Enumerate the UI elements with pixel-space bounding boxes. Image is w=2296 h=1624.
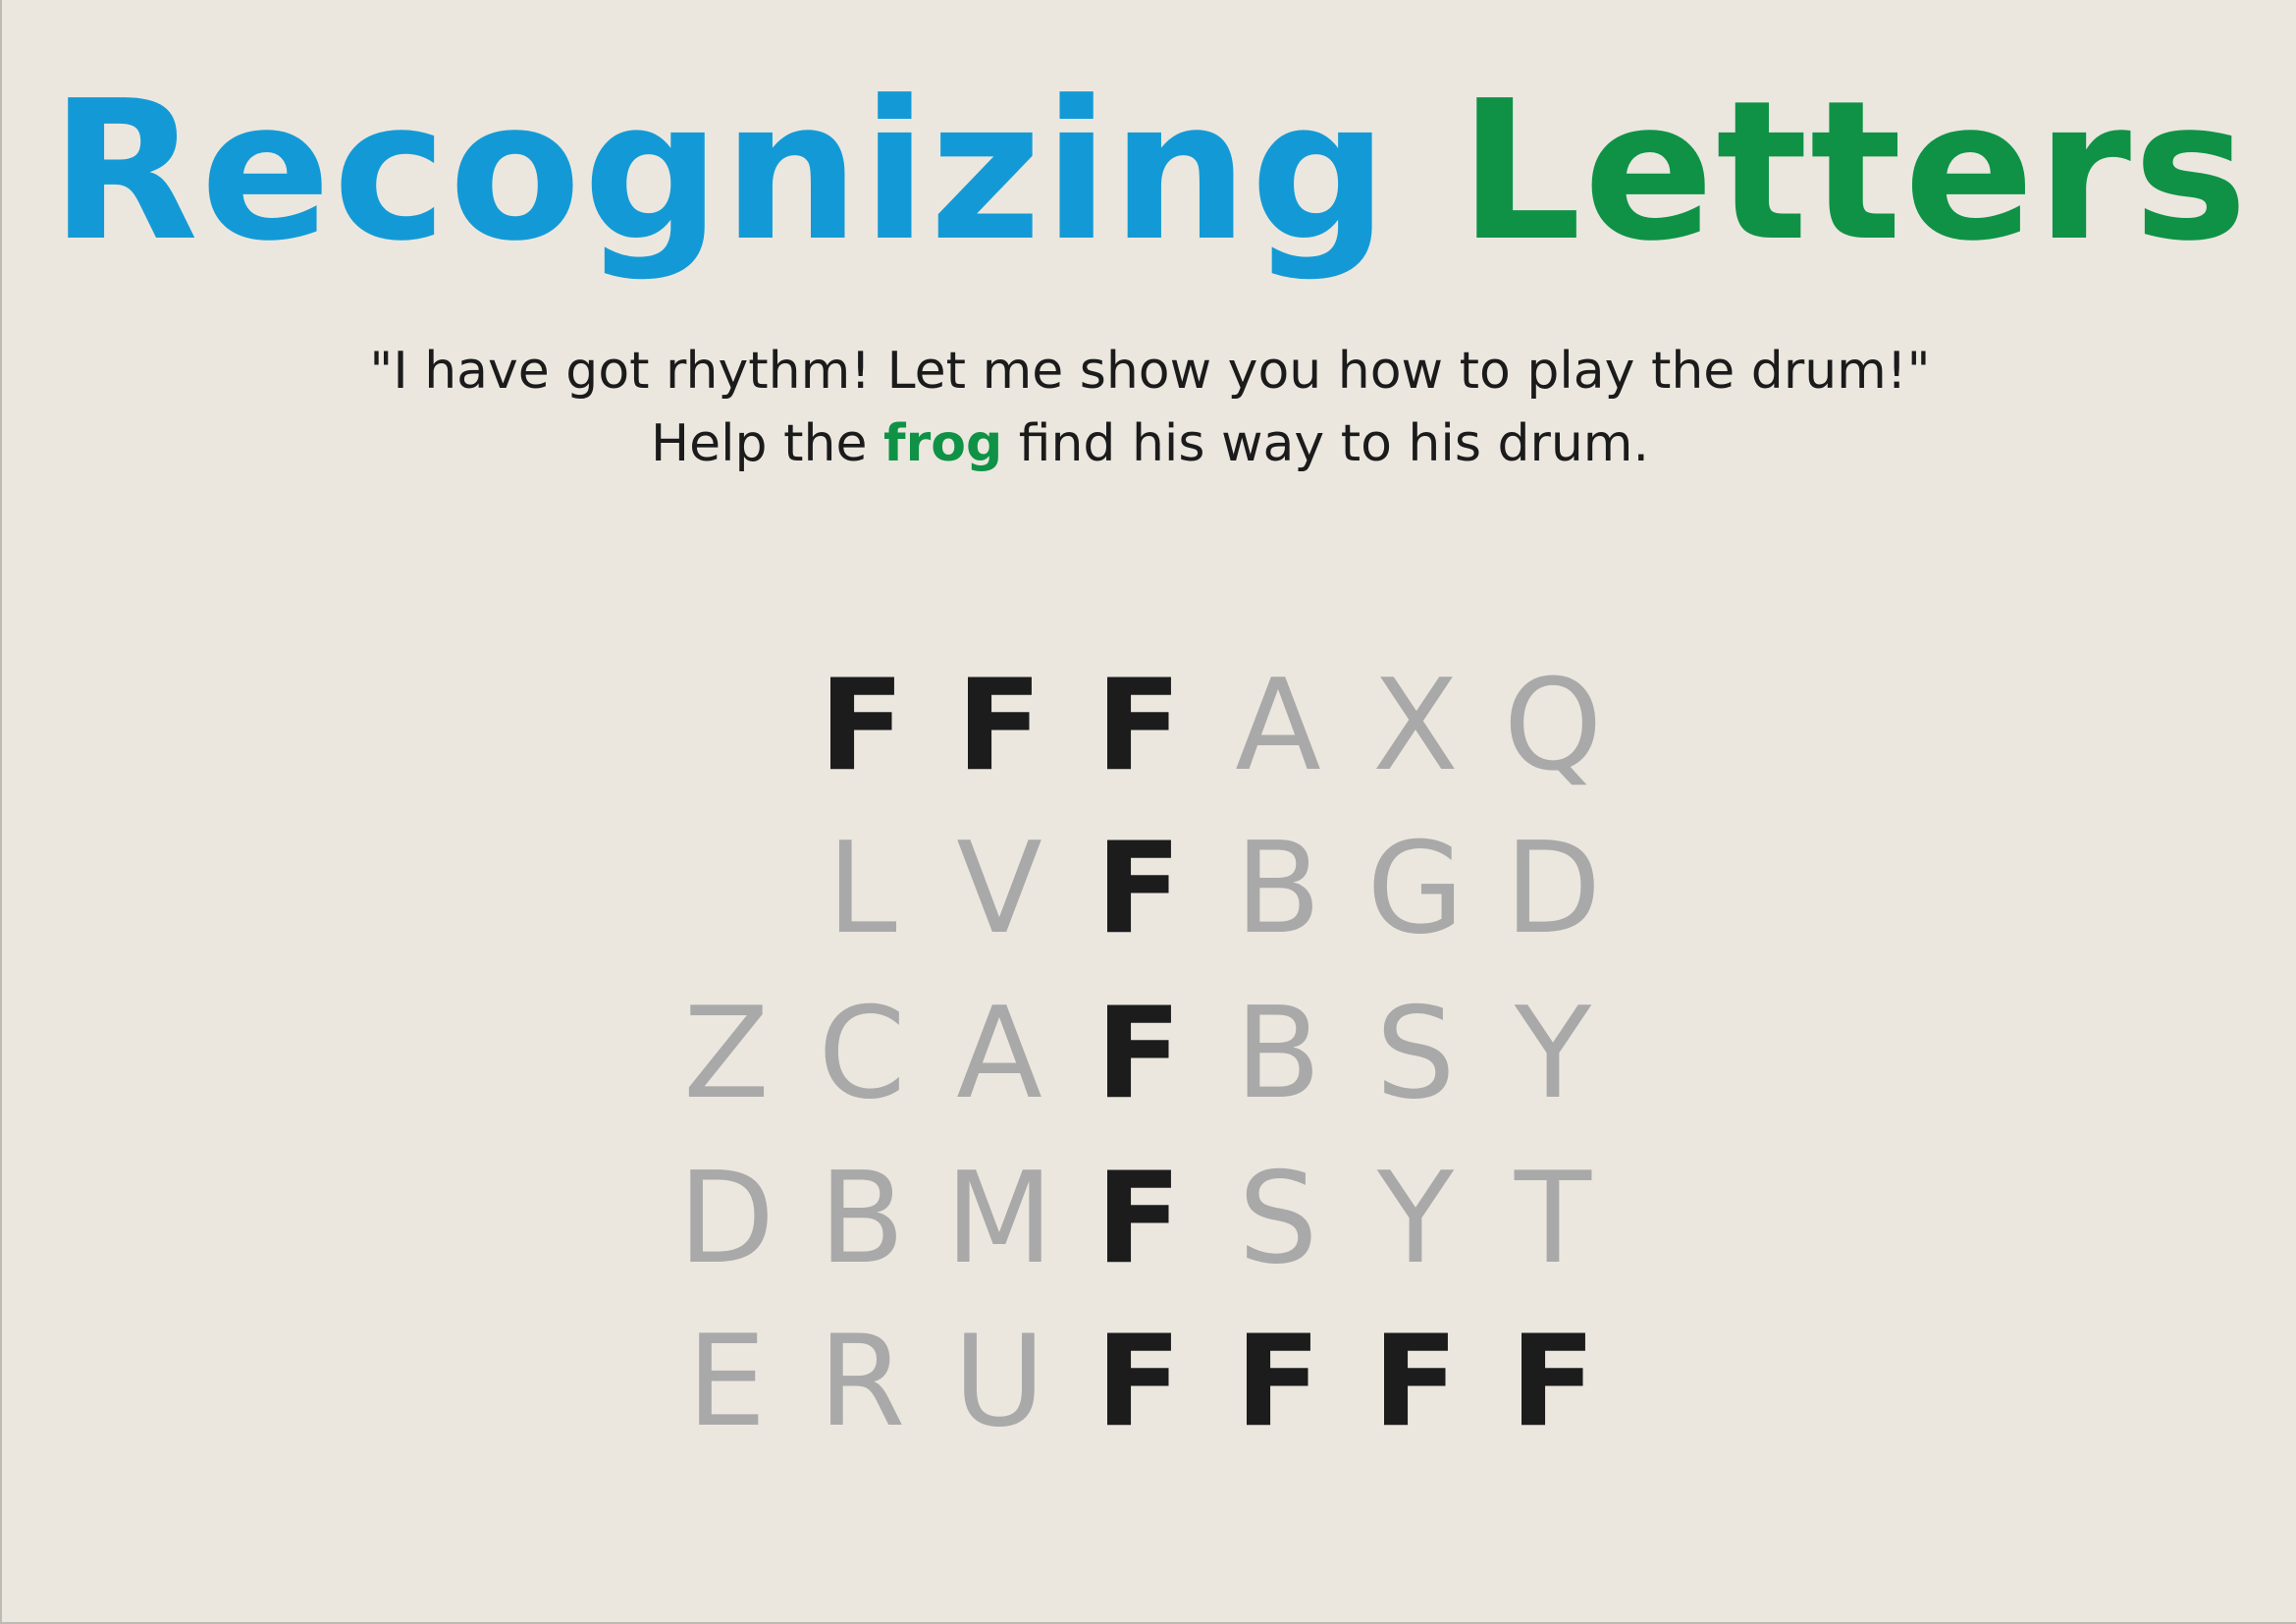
maze-letter: M (944, 1146, 1054, 1292)
maze-letter: B (819, 1146, 905, 1292)
maze-letter: Y (1376, 1146, 1455, 1292)
maze-letter: S (1238, 1146, 1318, 1292)
maze-letter: D (1504, 816, 1602, 962)
maze-path-letter: F (956, 653, 1042, 799)
maze-path-letter: F (1372, 1309, 1459, 1455)
maze-letter: Y (1514, 981, 1592, 1127)
maze-path-letter: F (1510, 1309, 1596, 1455)
maze-path-letter: F (819, 653, 905, 799)
maze-letter: S (1375, 981, 1456, 1127)
maze-letter: R (818, 1309, 906, 1455)
maze-letter: V (956, 816, 1042, 962)
maze-letter: A (1235, 653, 1321, 799)
letter-maze-grid: FFFAXQLVFBGDZCAFBSYDBMFSYTERUFFFF (2, 0, 2296, 1624)
maze-path-letter: F (1095, 816, 1182, 962)
maze-letter: X (1372, 653, 1459, 799)
maze-path-letter: F (1235, 1309, 1321, 1455)
maze-path-letter: F (1095, 1146, 1182, 1292)
maze-letter: B (1235, 981, 1321, 1127)
maze-path-letter: F (1095, 1309, 1182, 1455)
maze-letter: D (677, 1146, 775, 1292)
maze-letter: C (818, 981, 906, 1127)
maze-letter: L (827, 816, 897, 962)
maze-letter: G (1366, 816, 1465, 962)
maze-letter: A (956, 981, 1042, 1127)
maze-letter: U (953, 1309, 1045, 1455)
maze-letter: Q (1503, 653, 1603, 799)
maze-letter: Z (683, 981, 770, 1127)
maze-letter: E (686, 1309, 767, 1455)
maze-path-letter: F (1095, 653, 1182, 799)
maze-path-letter: F (1095, 981, 1182, 1127)
worksheet-page: Recognizing Letters "I have got rhythm! … (0, 0, 2296, 1624)
maze-letter: B (1235, 816, 1321, 962)
maze-letter: T (1514, 1146, 1592, 1292)
